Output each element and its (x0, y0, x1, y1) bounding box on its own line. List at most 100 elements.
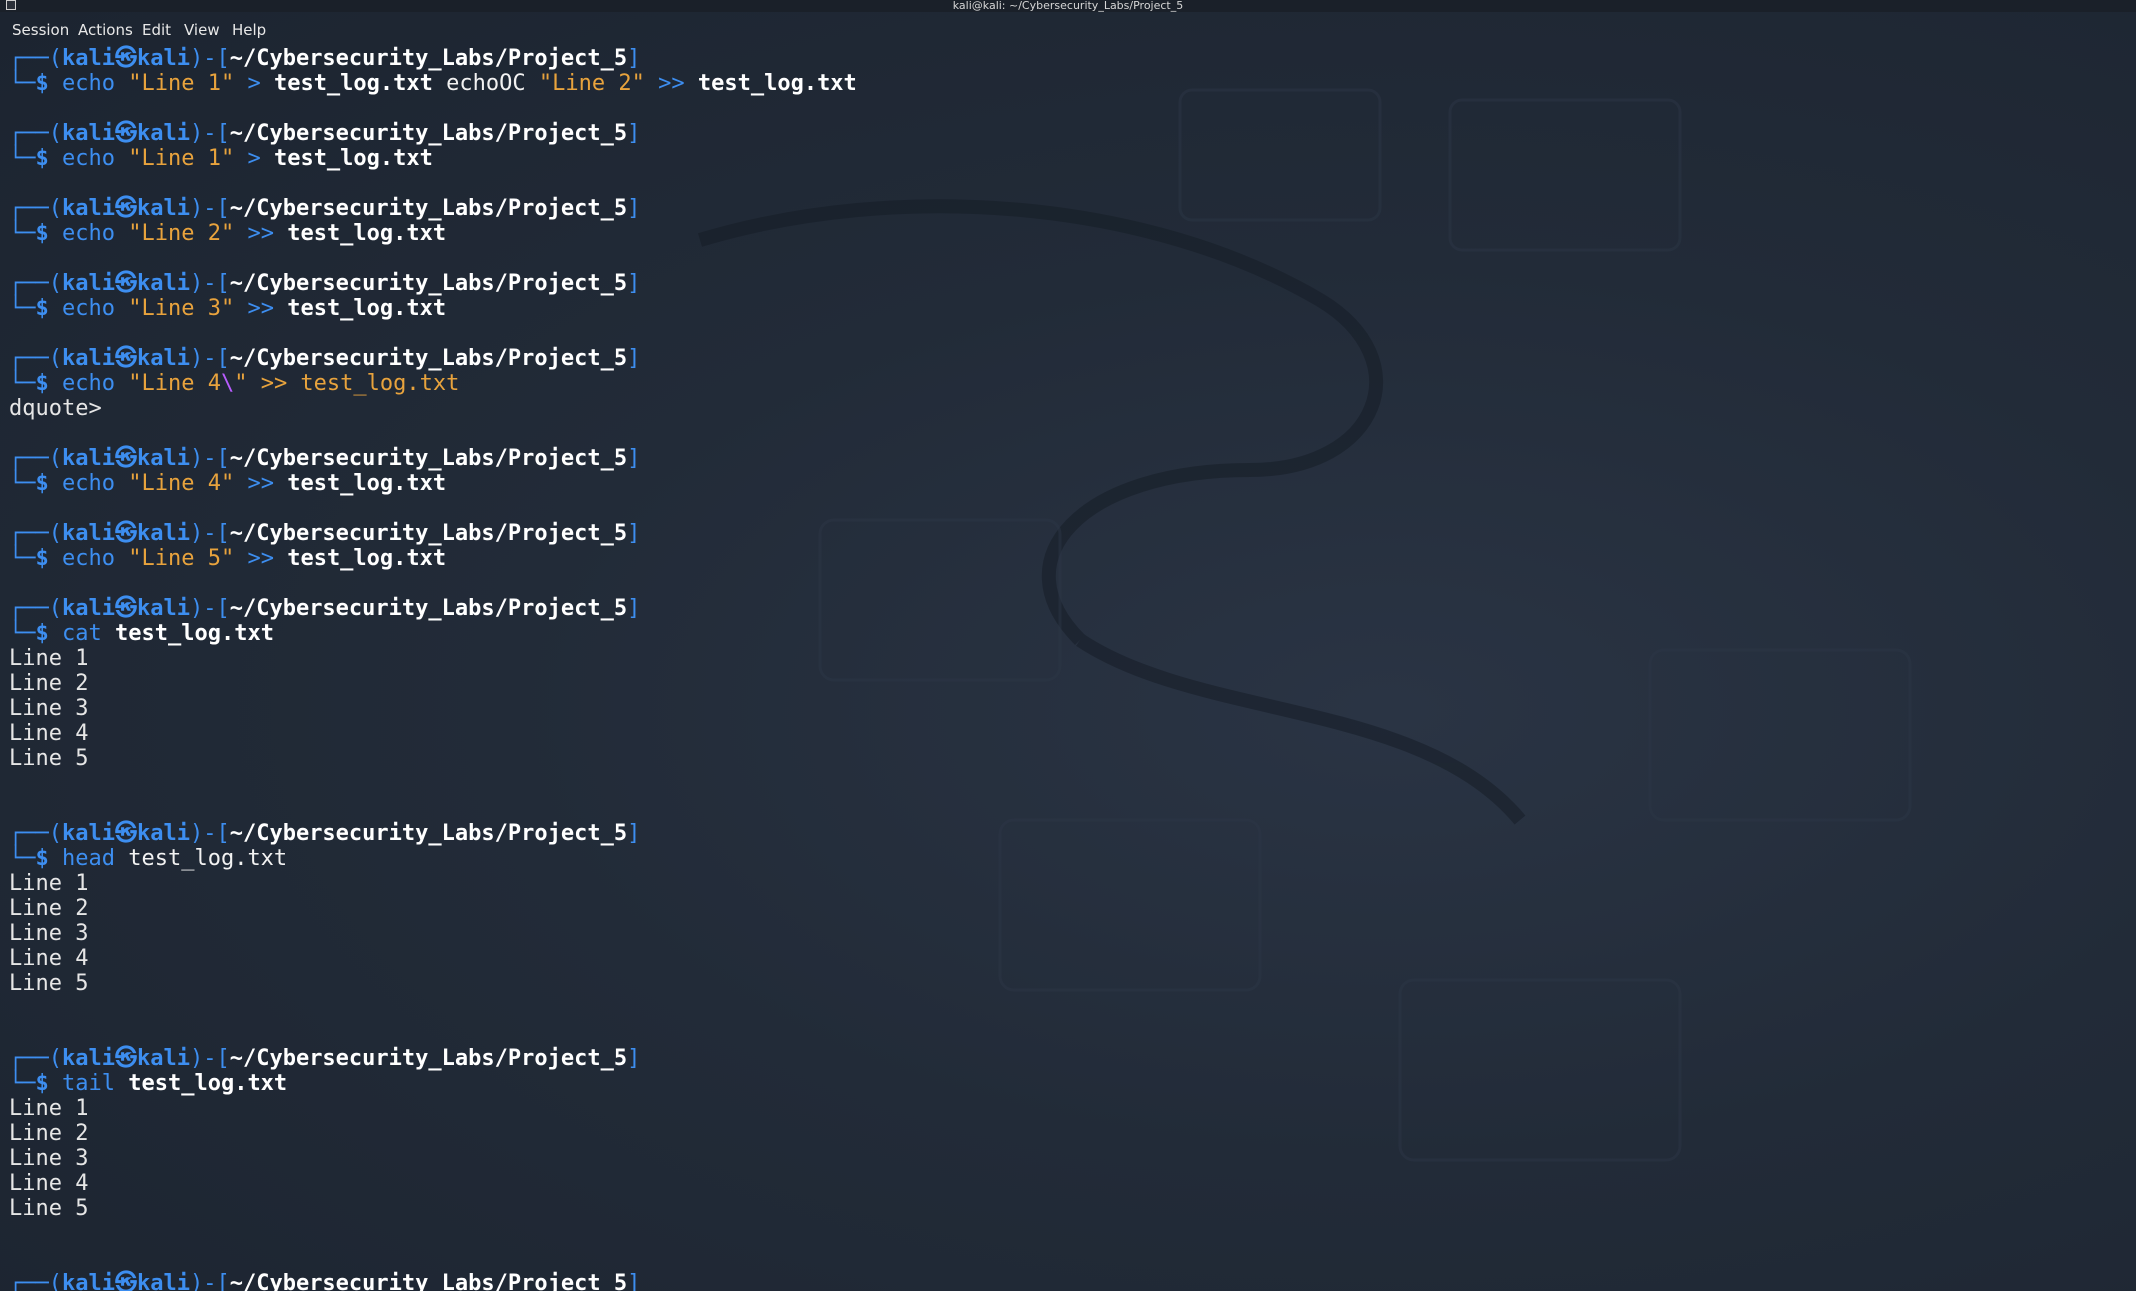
command-line: └─$ echo "Line 1" > test_log.txt echoOC … (9, 71, 1016, 96)
prompt-bracket: ] (627, 46, 641, 71)
prompt-path: ~/Cybersecurity_Labs/Project_5 (229, 821, 628, 846)
prompt-path: ~/Cybersecurity_Labs/Project_5 (229, 1046, 628, 1071)
prompt-bracket: ┌──( (9, 821, 62, 846)
output-line: Line 3 (9, 696, 89, 721)
prompt-dollar: $ (35, 1071, 62, 1096)
prompt-bracket: └─ (9, 1071, 36, 1096)
prompt-path: ~/Cybersecurity_Labs/Project_5 (229, 521, 628, 546)
command-text: echo "Line 1" > test_log.txt (62, 146, 433, 171)
prompt-line: ┌──(kali㉿kali)-[~/Cybersecurity_Labs/Pro… (9, 1046, 1016, 1071)
prompt-bracket: )-[ (189, 596, 230, 621)
string-literal: "Line 1" (128, 146, 235, 171)
string-literal: "Line 2" (538, 71, 645, 96)
prompt-user: kali (61, 521, 115, 546)
output-line: Line 5 (9, 1196, 89, 1221)
escape-char: \ (220, 371, 235, 396)
menu-actions[interactable]: Actions (78, 21, 133, 39)
prompt-host: kali (136, 46, 190, 71)
prompt-host: kali (136, 1046, 190, 1071)
string-literal: "Line 2" (128, 221, 235, 246)
prompt-bracket: )-[ (189, 121, 230, 146)
output-line: Line 4 (9, 946, 89, 971)
prompt-user: kali (61, 46, 115, 71)
output-line: Line 5 (9, 971, 89, 996)
command-text: echo "Line 1" > test_log.txt echoOC "Lin… (62, 71, 857, 96)
prompt-path: ~/Cybersecurity_Labs/Project_5 (229, 196, 628, 221)
prompt-bracket: ┌──( (9, 121, 62, 146)
prompt-bracket: ] (627, 271, 641, 296)
command-line: └─$ echo "Line 5" >> test_log.txt (9, 546, 1016, 571)
prompt-bracket: )-[ (189, 821, 230, 846)
command-name: echo (62, 471, 115, 496)
command-argument: echoOC (446, 71, 526, 96)
menu-bar: Session Actions Edit View Help (0, 16, 2136, 44)
prompt-line: ┌──(kali㉿kali)-[~/Cybersecurity_Labs/Pro… (9, 596, 1016, 621)
prompt-bracket: )-[ (189, 271, 230, 296)
command-name: echo (62, 371, 115, 396)
prompt-user: kali (61, 196, 115, 221)
output-line: Line 2 (9, 896, 89, 921)
prompt-bracket: ┌──( (9, 446, 62, 471)
redirect-operator: >> (247, 546, 274, 571)
string-literal: "Line 1" (128, 71, 235, 96)
menu-edit[interactable]: Edit (142, 21, 171, 39)
menu-view[interactable]: View (184, 21, 220, 39)
prompt-line: ┌──(kali㉿kali)-[~/Cybersecurity_Labs/Pro… (9, 121, 1016, 146)
prompt-path: ~/Cybersecurity_Labs/Project_5 (229, 596, 628, 621)
prompt-dollar: $ (35, 221, 62, 246)
menu-help[interactable]: Help (232, 21, 266, 39)
command-name: cat (62, 621, 102, 646)
prompt-path: ~/Cybersecurity_Labs/Project_5 (229, 271, 628, 296)
prompt-bracket: └─ (9, 221, 36, 246)
prompt-host: kali (136, 271, 190, 296)
command-text: head test_log.txt (62, 846, 287, 871)
prompt-bracket: ] (627, 521, 641, 546)
prompt-bracket: └─ (9, 471, 36, 496)
prompt-bracket: ┌──( (9, 1271, 62, 1291)
prompt-bracket: )-[ (189, 46, 230, 71)
command-argument: test_log.txt (273, 146, 433, 171)
command-argument: test_log.txt (287, 296, 447, 321)
command-name: echo (62, 221, 115, 246)
prompt-bracket: └─ (9, 846, 36, 871)
prompt-user: kali (61, 1046, 115, 1071)
prompt-bracket: )-[ (189, 1271, 230, 1291)
prompt-bracket: └─ (9, 371, 36, 396)
command-text: echo "Line 5" >> test_log.txt (62, 546, 446, 571)
menu-session[interactable]: Session (12, 21, 69, 39)
output-line: Line 1 (9, 646, 89, 671)
command-text: echo "Line 2" >> test_log.txt (62, 221, 446, 246)
prompt-dollar: $ (35, 846, 62, 871)
prompt-line: ┌──(kali㉿kali)-[~/Cybersecurity_Labs/Pro… (9, 446, 1016, 471)
prompt-bracket: ┌──( (9, 596, 62, 621)
command-text: echo "Line 3" >> test_log.txt (62, 296, 446, 321)
prompt-user: kali (61, 821, 115, 846)
output-line: dquote> (9, 396, 102, 421)
command-name: echo (62, 146, 115, 171)
terminal-window: kali@kali: ~/Cybersecurity_Labs/Project_… (0, 0, 2136, 1291)
kali-skull-icon: ㉿ (114, 821, 137, 846)
prompt-path: ~/Cybersecurity_Labs/Project_5 (229, 121, 628, 146)
prompt-dollar: $ (35, 546, 62, 571)
command-line: └─$ echo "Line 2" >> test_log.txt (9, 221, 1016, 246)
command-name: echo (62, 71, 115, 96)
redirect-operator: > (247, 146, 261, 171)
prompt-bracket: ] (627, 196, 641, 221)
prompt-dollar: $ (35, 621, 62, 646)
terminal-output[interactable]: ┌──(kali㉿kali)-[~/Cybersecurity_Labs/Pro… (9, 46, 1016, 1291)
prompt-host: kali (136, 446, 190, 471)
prompt-user: kali (61, 346, 115, 371)
